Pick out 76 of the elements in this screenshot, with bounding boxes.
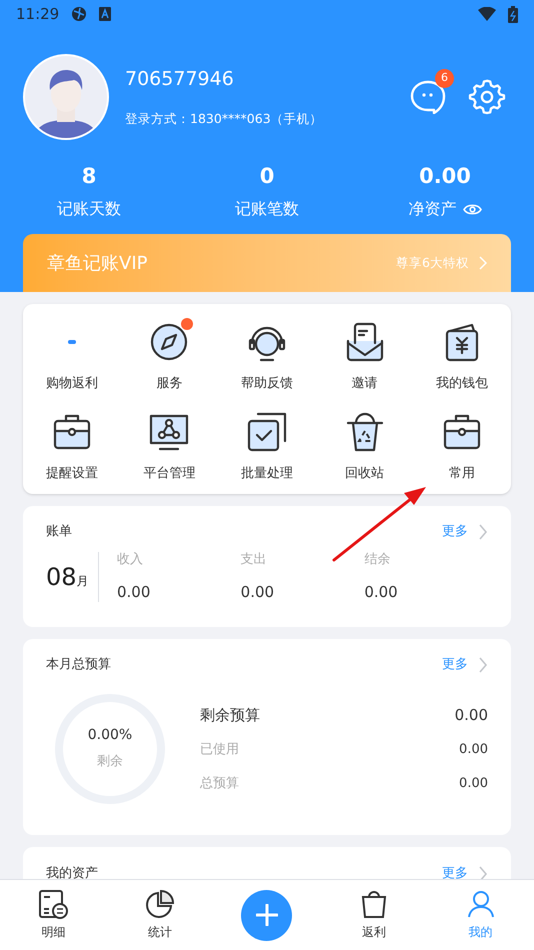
shortcut-label: 服务 [156, 375, 182, 393]
tab[interactable]: 返利 [320, 880, 428, 950]
budget-label: 已使用 [200, 741, 239, 760]
stat-label: 记账笔数 [235, 198, 299, 220]
chat-icon[interactable] [410, 80, 446, 114]
budget-percent: 0.00% [88, 726, 132, 746]
shortcut-label: 回收站 [345, 464, 384, 482]
battery-icon [508, 6, 518, 22]
bill-label: 支出 [240, 550, 268, 568]
stat-label: 记账天数 [57, 198, 121, 220]
checkbox-stack-icon [246, 410, 288, 452]
shortcut-item[interactable]: 邀请 [316, 320, 414, 394]
vip-title: 章鱼记账VIP [47, 252, 148, 276]
shortcut-label: 帮助反馈 [240, 375, 293, 393]
network-monitor-icon [148, 412, 190, 450]
shortcut-label: 我的钱包 [436, 375, 488, 393]
settings-icon[interactable] [468, 78, 506, 116]
shortcut-item[interactable]: 常用 [413, 410, 511, 483]
shortcut-label: 常用 [449, 464, 476, 482]
tab[interactable]: 明细 [0, 880, 107, 950]
chevron-right-icon [478, 522, 488, 541]
receipt-icon [38, 889, 68, 919]
budget-value: 0.00 [454, 704, 488, 726]
bill-value: 0.00 [240, 582, 276, 603]
month-unit: 月 [76, 572, 89, 590]
budget-value: 0.00 [459, 774, 488, 793]
shortcut-label: 批量处理 [240, 464, 293, 482]
bill-value: 0.00 [117, 582, 152, 603]
card-title: 账单 [46, 523, 72, 541]
notification-badge: 6 [435, 69, 454, 88]
pie-chart-icon [145, 889, 176, 919]
bill-value: 0.00 [364, 582, 399, 603]
shortcut-label: 平台管理 [143, 464, 196, 482]
budget-percent-label: 剩余 [97, 753, 123, 772]
shortcut-item[interactable]: 回收站 [316, 410, 414, 483]
stat-value: 0 [260, 166, 274, 187]
user-id: 706577946 [125, 66, 235, 92]
shortcut-label: 邀请 [352, 375, 378, 393]
bill-label: 结余 [364, 550, 392, 568]
chevron-right-icon [478, 865, 488, 879]
chevron-right-icon [478, 656, 488, 674]
status-time: 11:29 [16, 4, 60, 25]
budget-label: 总预算 [200, 774, 239, 793]
shortcut-item[interactable]: 我的钱包 [413, 320, 511, 394]
bill-label: 收入 [117, 550, 144, 568]
shortcut-item[interactable]: 提醒设置 [23, 410, 121, 483]
shortcut-label: 提醒设置 [46, 464, 98, 482]
chevron-right-icon [479, 256, 487, 270]
shortcut-item[interactable]: 批量处理 [218, 410, 316, 483]
card-title: 本月总预算 [46, 656, 111, 674]
shortcut-item[interactable]: 购物返利 [23, 320, 121, 394]
stat-value: 8 [82, 166, 96, 187]
keyboard-a-icon [99, 7, 112, 21]
tab[interactable]: 统计 [106, 880, 214, 950]
card-title: 我的资产 [46, 865, 98, 879]
month-number: 08 [46, 562, 77, 592]
budget-value: 0.00 [459, 741, 488, 760]
trash-bin-icon [344, 410, 385, 452]
shortcut-item[interactable]: 服务 [120, 320, 218, 394]
shortcut-label: 购物返利 [46, 375, 98, 393]
shortcut-item[interactable]: 帮助反馈 [218, 320, 316, 394]
browser-icon [71, 6, 88, 22]
shortcut-item[interactable]: 平台管理 [120, 410, 218, 483]
wallet-icon [444, 321, 480, 363]
wifi-icon [478, 7, 496, 21]
stat-value: 0.00 [419, 166, 471, 187]
login-method: 登录方式：1830****063（手机） [125, 110, 324, 128]
envelope-icon [344, 321, 385, 363]
person-icon [466, 889, 496, 919]
eye-icon[interactable] [462, 202, 482, 216]
avatar[interactable] [23, 54, 109, 140]
loading-icon [68, 340, 76, 344]
compass-icon [149, 322, 190, 362]
stat-label: 净资产 [408, 198, 456, 220]
plus-icon [256, 904, 278, 926]
budget-label: 剩余预算 [200, 704, 260, 726]
